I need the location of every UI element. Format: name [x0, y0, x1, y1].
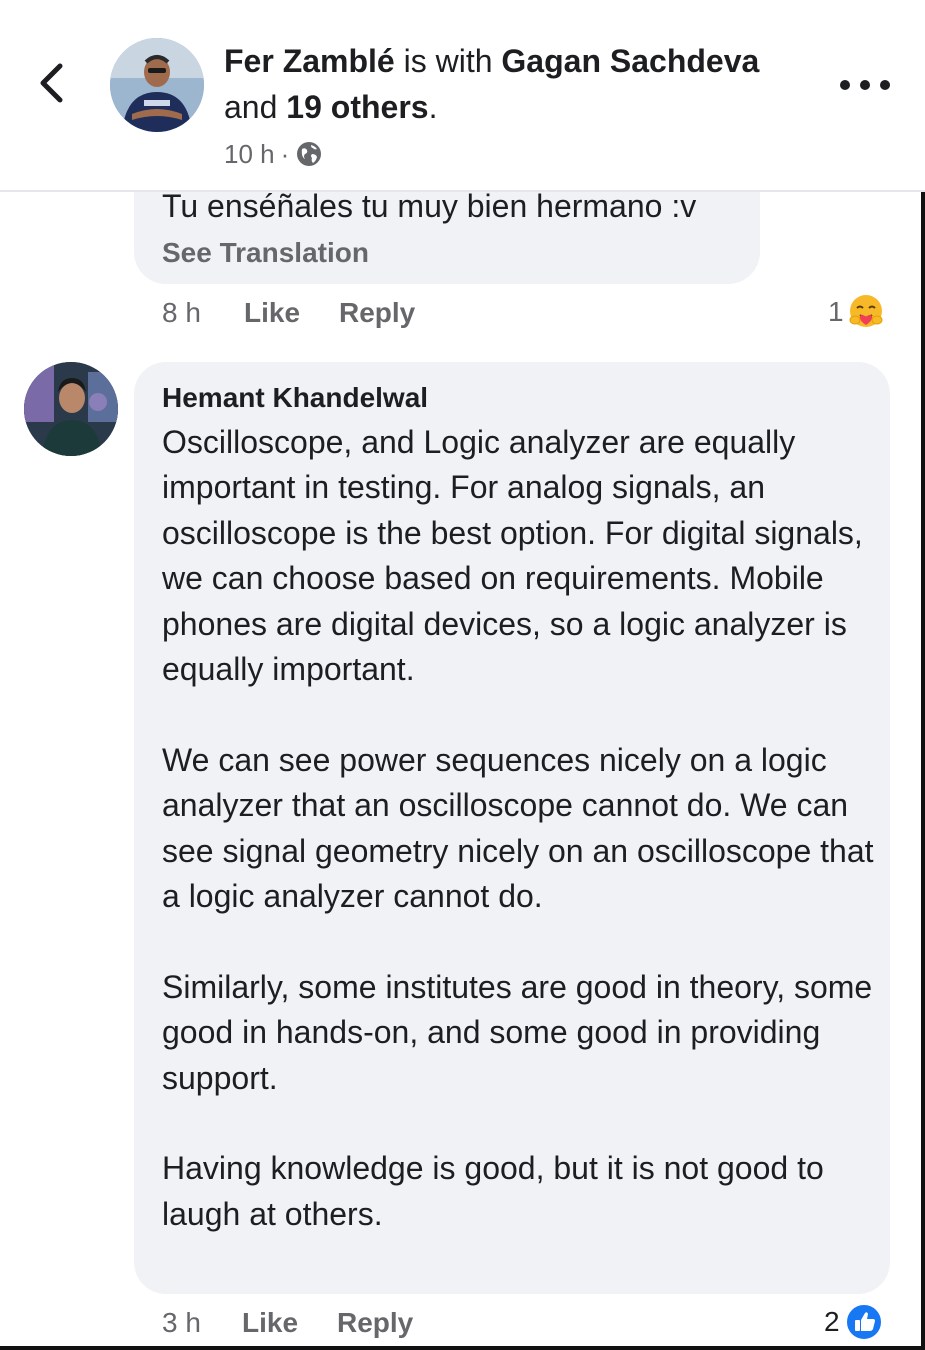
meta-separator: ·	[280, 139, 290, 169]
screenshot-border	[921, 0, 925, 1350]
author-avatar[interactable]	[110, 38, 204, 132]
avatar-image	[110, 38, 204, 132]
author-name[interactable]: Fer Zamblé	[224, 43, 395, 79]
more-dot	[880, 80, 890, 90]
reaction-count: 1	[828, 296, 844, 327]
comment-actions: 8 h Like Reply	[162, 296, 415, 330]
reply-button[interactable]: Reply	[337, 1306, 413, 1340]
like-button[interactable]: Like	[244, 296, 339, 330]
back-button[interactable]	[30, 58, 74, 108]
reaction-summary[interactable]: 2	[824, 1302, 884, 1342]
post-header: Fer Zamblé is with Gagan Sachdeva and 19…	[0, 0, 925, 192]
tagged-user-name[interactable]: Gagan Sachdeva	[501, 43, 759, 79]
post-title: Fer Zamblé is with Gagan Sachdeva and 19…	[224, 38, 784, 130]
comment-timestamp: 3 h	[162, 1307, 201, 1338]
title-period: .	[428, 89, 438, 125]
more-options-button[interactable]	[840, 70, 890, 100]
screenshot-border	[0, 1346, 925, 1350]
commenter-name[interactable]: Hemant Khandelwal	[162, 380, 428, 416]
reaction-summary[interactable]: 1	[828, 292, 886, 332]
like-reaction-icon	[844, 1303, 883, 1341]
comment-body: Oscilloscope, and Logic analyzer are equ…	[162, 420, 880, 1237]
and-text: and	[224, 89, 278, 125]
comment-paragraph: Having knowledge is good, but it is not …	[162, 1150, 824, 1232]
chevron-left-icon	[40, 63, 63, 103]
comment-paragraph: We can see power sequences nicely on a l…	[162, 741, 874, 915]
see-translation-link[interactable]: See Translation	[162, 236, 369, 270]
care-reaction-icon	[849, 295, 883, 327]
like-button[interactable]: Like	[242, 1306, 337, 1340]
more-dot	[860, 80, 870, 90]
others-link[interactable]: 19 others	[286, 89, 428, 125]
avatar-image	[24, 362, 118, 456]
comment-paragraph: Oscilloscope, and Logic analyzer are equ…	[162, 424, 863, 688]
globe-icon	[297, 142, 322, 166]
comment-timestamp: 8 h	[162, 297, 201, 328]
comment-paragraph: Similarly, some institutes are good in t…	[162, 968, 873, 1096]
reply-button[interactable]: Reply	[339, 296, 415, 330]
more-dot	[840, 80, 850, 90]
reaction-count: 2	[824, 1306, 840, 1337]
commenter-avatar[interactable]	[24, 362, 118, 456]
with-text: is with	[403, 43, 493, 79]
comment-actions: 3 h Like Reply	[162, 1306, 413, 1340]
post-timestamp[interactable]: 10 h	[224, 136, 275, 172]
comment-text: Tu enséñales tu muy bien hermano :v	[162, 188, 697, 224]
post-meta: 10 h ·	[224, 136, 323, 172]
